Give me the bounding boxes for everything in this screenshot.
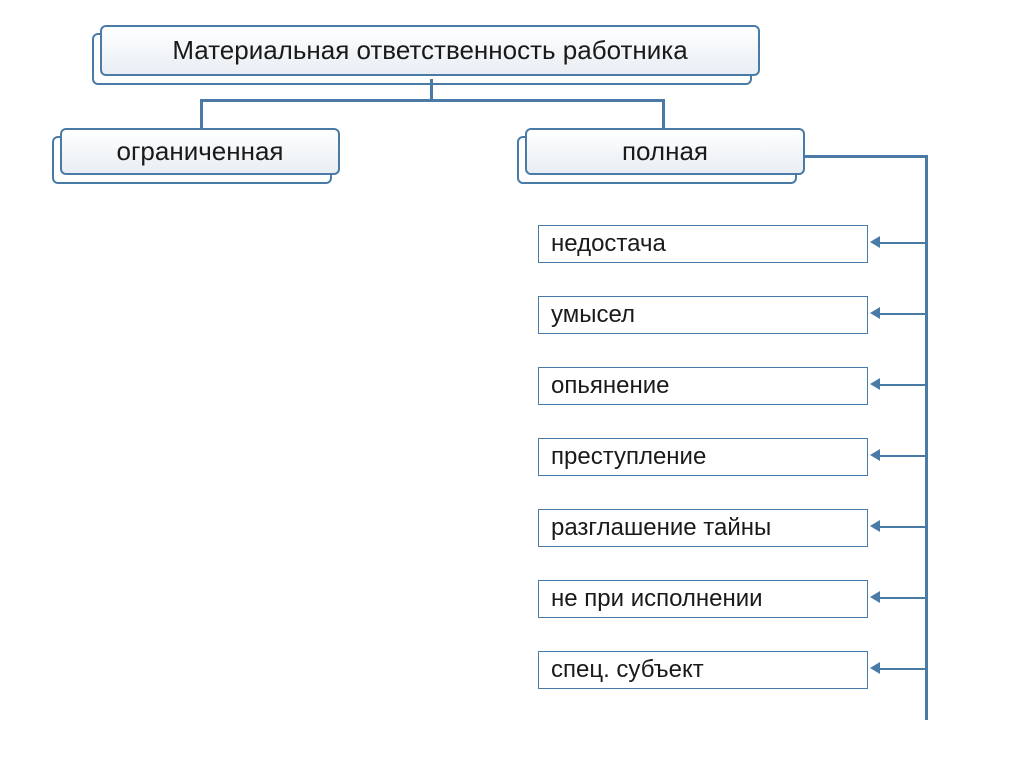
item-connector-2 <box>878 384 925 386</box>
item-box-5: не при исполнении <box>538 580 868 618</box>
item-connector-0 <box>878 242 925 244</box>
item-connector-1 <box>878 313 925 315</box>
item-arrow-2 <box>870 378 880 390</box>
branch-full: полная <box>525 128 805 175</box>
spacer <box>925 668 928 720</box>
item-arrow-3 <box>870 449 880 461</box>
connector-root-down <box>430 79 433 99</box>
item-connector-5 <box>878 597 925 599</box>
item-arrow-4 <box>870 520 880 532</box>
connector-horizontal <box>200 99 665 102</box>
item-box-6: спец. субъект <box>538 651 868 689</box>
root-label: Материальная ответственность работника <box>100 25 760 76</box>
item-arrow-0 <box>870 236 880 248</box>
item-arrow-1 <box>870 307 880 319</box>
connector-left-down <box>200 99 203 129</box>
item-box-2: опьянение <box>538 367 868 405</box>
item-box-4: разглашение тайны <box>538 509 868 547</box>
item-box-1: умысел <box>538 296 868 334</box>
branch-limited-label: ограниченная <box>60 128 340 175</box>
item-arrow-5 <box>870 591 880 603</box>
branch-full-label: полная <box>525 128 805 175</box>
item-box-0: недостача <box>538 225 868 263</box>
item-connector-4 <box>878 526 925 528</box>
item-box-3: преступление <box>538 438 868 476</box>
item-connector-6 <box>878 668 925 670</box>
branch-limited: ограниченная <box>60 128 340 175</box>
connector-right-down <box>662 99 665 129</box>
item-connector-3 <box>878 455 925 457</box>
root-node: Материальная ответственность работника <box>100 25 760 76</box>
item-arrow-6 <box>870 662 880 674</box>
connector-full-to-bus <box>805 155 925 158</box>
connector-full-vertical <box>925 155 928 720</box>
